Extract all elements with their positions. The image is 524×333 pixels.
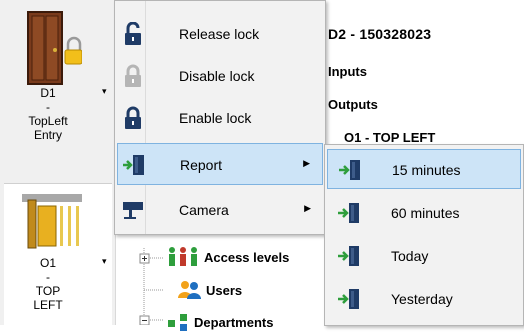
lock-closed-icon xyxy=(125,106,141,129)
door-name-line-4: Entry xyxy=(33,128,62,142)
camera-icon xyxy=(123,202,143,219)
lock-disabled-icon xyxy=(125,64,141,87)
chevron-down-icon[interactable]: ▾ xyxy=(102,84,107,98)
submenu-arrow-icon: ▶ xyxy=(303,158,310,168)
output-name-line-4: LEFT xyxy=(33,298,63,312)
report-door-icon xyxy=(338,246,359,266)
door-context-menu: Release lock Disable lock Enable lock Re… xyxy=(114,0,326,235)
menu-item-enable-lock[interactable]: Enable lock xyxy=(117,97,323,139)
tree-item-label: Access levels xyxy=(204,249,290,265)
chevron-down-icon[interactable]: ▾ xyxy=(102,254,107,268)
report-door-icon xyxy=(338,203,359,223)
users-icon xyxy=(178,281,201,299)
output-item-label: O1 - TOP LEFT xyxy=(344,130,436,145)
menu-item-release-lock[interactable]: Release lock xyxy=(117,13,323,55)
submenu-item-label: 15 minutes xyxy=(392,162,461,178)
outputs-label[interactable]: Outputs xyxy=(328,97,378,112)
submenu-item-today[interactable]: Today xyxy=(327,236,521,276)
menu-item-label: Report xyxy=(180,157,223,173)
submenu-arrow-icon: ▶ xyxy=(304,203,311,213)
lock-open-icon xyxy=(125,22,141,45)
device-title: D2 - 150328023 xyxy=(328,26,432,42)
submenu-item-15-minutes[interactable]: 15 minutes xyxy=(327,149,521,189)
access-levels-icon xyxy=(169,247,197,266)
output-name-line-3: TOP xyxy=(35,284,61,298)
menu-item-label: Disable lock xyxy=(179,68,255,84)
submenu-item-yesterday[interactable]: Yesterday xyxy=(327,279,521,319)
menu-item-label: Enable lock xyxy=(179,110,252,126)
door-name-line-2: - xyxy=(46,100,50,114)
door-name-line-1: D1 xyxy=(40,86,56,100)
submenu-item-label: 60 minutes xyxy=(391,205,460,221)
tree-item-label: Departments xyxy=(194,314,274,330)
departments-icon xyxy=(168,314,187,331)
menu-item-label: Release lock xyxy=(179,26,260,42)
tree-item-departments[interactable]: Departments xyxy=(166,312,273,332)
output-name-line-2: - xyxy=(46,270,50,284)
submenu-item-label: Today xyxy=(391,248,429,264)
report-door-icon xyxy=(339,160,360,180)
tree-item-access-levels[interactable]: Access levels xyxy=(166,246,289,268)
submenu-item-label: Yesterday xyxy=(391,291,453,307)
output-name-line-1: O1 xyxy=(39,256,56,270)
menu-item-disable-lock[interactable]: Disable lock xyxy=(117,55,323,97)
door-name-line-3: TopLeft xyxy=(28,114,68,128)
menu-item-camera[interactable]: Camera ▶ xyxy=(117,189,323,231)
report-submenu: 15 minutes 60 minutes Today Yesterday xyxy=(324,144,524,326)
menu-item-report[interactable]: Report ▶ xyxy=(117,143,323,185)
output-item[interactable]: O1 - TOP LEFT xyxy=(344,130,435,145)
device-list-panel: D1 - TopLeft Entry ▾ O1 - TOP LEFT ▾ xyxy=(0,0,116,333)
inputs-label[interactable]: Inputs xyxy=(328,64,367,79)
output-tile-o1[interactable]: O1 - TOP LEFT ▾ xyxy=(4,183,112,333)
door-locked-icon xyxy=(27,11,82,85)
report-door-icon xyxy=(123,155,144,175)
report-door-icon xyxy=(338,289,359,309)
door-tile-d1[interactable]: D1 - TopLeft Entry ▾ xyxy=(4,4,112,174)
submenu-item-60-minutes[interactable]: 60 minutes xyxy=(327,193,521,233)
menu-item-label: Camera xyxy=(179,202,229,218)
tree-item-label: Users xyxy=(206,282,243,298)
tree-item-users[interactable]: Users xyxy=(178,280,242,300)
electric-strike-icon xyxy=(22,194,82,249)
